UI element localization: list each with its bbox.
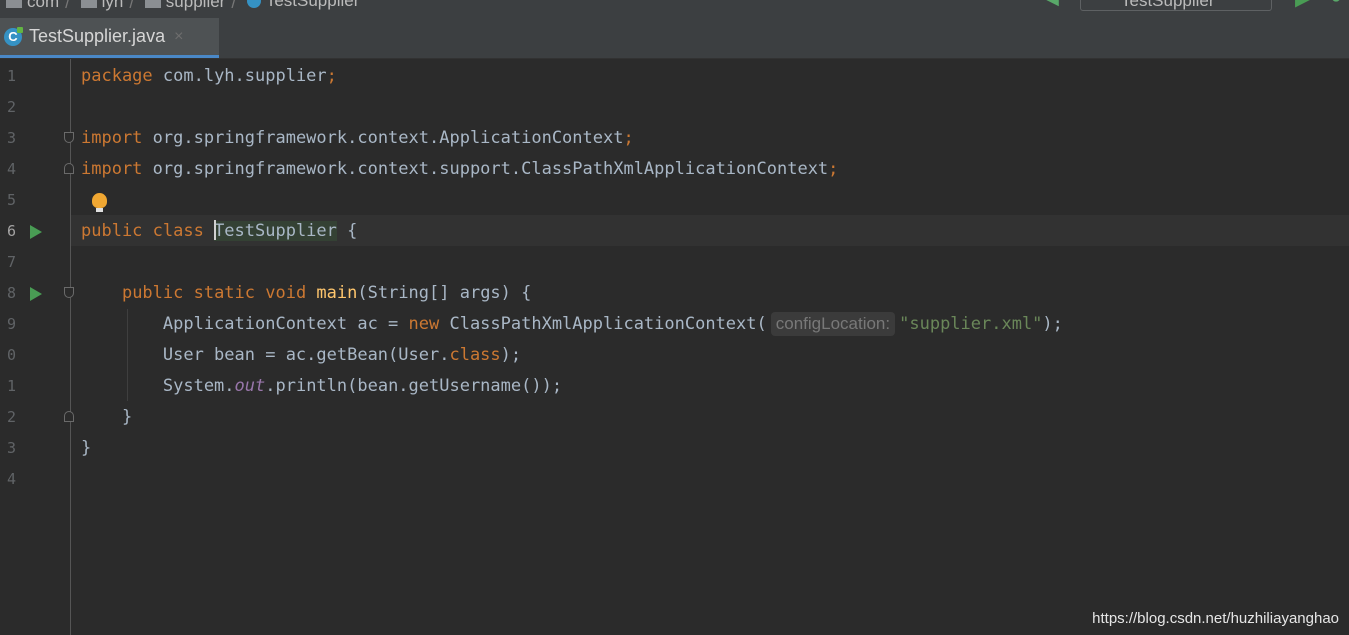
line-number: 6 <box>6 222 16 240</box>
java-class-icon: C <box>4 26 23 46</box>
line-number: 1 <box>6 67 16 85</box>
watermark: https://blog.csdn.net/huzhiliayanghao <box>1092 610 1339 627</box>
line-number: 1 <box>6 377 16 395</box>
code-line-10: User bean = ac.getBean(User.class); <box>81 345 522 365</box>
folder-icon <box>6 0 22 8</box>
class-icon <box>246 0 261 8</box>
folder-icon <box>144 0 161 8</box>
code-line-12: } <box>81 407 133 427</box>
code-line-3: import org.springframework.context.Appli… <box>81 128 634 148</box>
lightbulb-icon[interactable] <box>92 193 107 212</box>
code-line-6: public class TestSupplier { <box>81 220 358 241</box>
code-line-4: import org.springframework.context.suppo… <box>81 159 839 179</box>
debug-icon[interactable]: ● <box>1330 0 1342 9</box>
line-number: 3 <box>6 129 16 147</box>
line-number: 8 <box>6 284 16 302</box>
code-line-8: public static void main(String[] args) { <box>121 283 532 303</box>
line-number: 9 <box>6 315 16 333</box>
code-line-11: System.out.println(bean.getUsername()); <box>81 376 563 396</box>
code-editor[interactable]: 1 2 3 4 5 6 7 8 9 0 1 2 3 4 package com.… <box>0 59 1349 635</box>
breadcrumb-item-com[interactable]: com <box>6 0 59 12</box>
breadcrumb-item-lyh[interactable]: lyh <box>80 0 123 12</box>
line-number: 4 <box>6 470 16 488</box>
tab-label: TestSupplier.java <box>29 26 166 46</box>
breadcrumb-separator: / <box>231 0 237 12</box>
line-number: 2 <box>6 98 16 116</box>
editor-tabs: C TestSupplier.java × <box>0 18 1349 59</box>
fold-icon[interactable] <box>64 163 74 174</box>
class-name-highlight: TestSupplier <box>214 221 337 241</box>
breadcrumb-separator: / <box>129 0 135 12</box>
fold-icon[interactable] <box>64 132 74 143</box>
breadcrumb-item-testsupplier[interactable]: TestSupplier <box>246 0 359 11</box>
line-number: 7 <box>6 253 16 271</box>
line-number: 3 <box>6 439 16 457</box>
code-line-9: ApplicationContext ac = new ClassPathXml… <box>81 312 1063 336</box>
line-number: 4 <box>6 160 16 178</box>
fold-icon[interactable] <box>64 411 74 422</box>
breadcrumb: com / lyh / supplier / TestSupplier <box>6 0 365 13</box>
fold-icon[interactable] <box>64 287 74 298</box>
tab-testsupplier-java[interactable]: C TestSupplier.java × <box>0 18 219 58</box>
breadcrumb-separator: / <box>65 0 70 12</box>
breadcrumb-item-supplier[interactable]: supplier <box>144 0 225 12</box>
gutter-separator <box>70 59 71 635</box>
line-number: 5 <box>6 191 16 209</box>
close-icon[interactable]: × <box>174 28 183 46</box>
run-main-icon[interactable] <box>30 287 42 301</box>
folder-icon <box>80 0 97 8</box>
run-configuration-select[interactable]: TestSupplier <box>1080 0 1272 11</box>
navigation-bar: com / lyh / supplier / TestSupplier ◀ TestS… <box>0 0 1349 18</box>
code-line-1: package com.lyh.supplier; <box>81 66 337 86</box>
back-arrow-icon[interactable]: ◀ <box>1045 0 1059 9</box>
line-number: 0 <box>6 346 16 364</box>
text-caret <box>214 220 217 240</box>
run-class-icon[interactable] <box>30 225 42 239</box>
parameter-hint: configLocation: <box>770 312 896 336</box>
line-number: 2 <box>6 408 16 426</box>
code-line-13: } <box>81 438 92 458</box>
run-icon[interactable]: ▶ <box>1295 0 1310 11</box>
